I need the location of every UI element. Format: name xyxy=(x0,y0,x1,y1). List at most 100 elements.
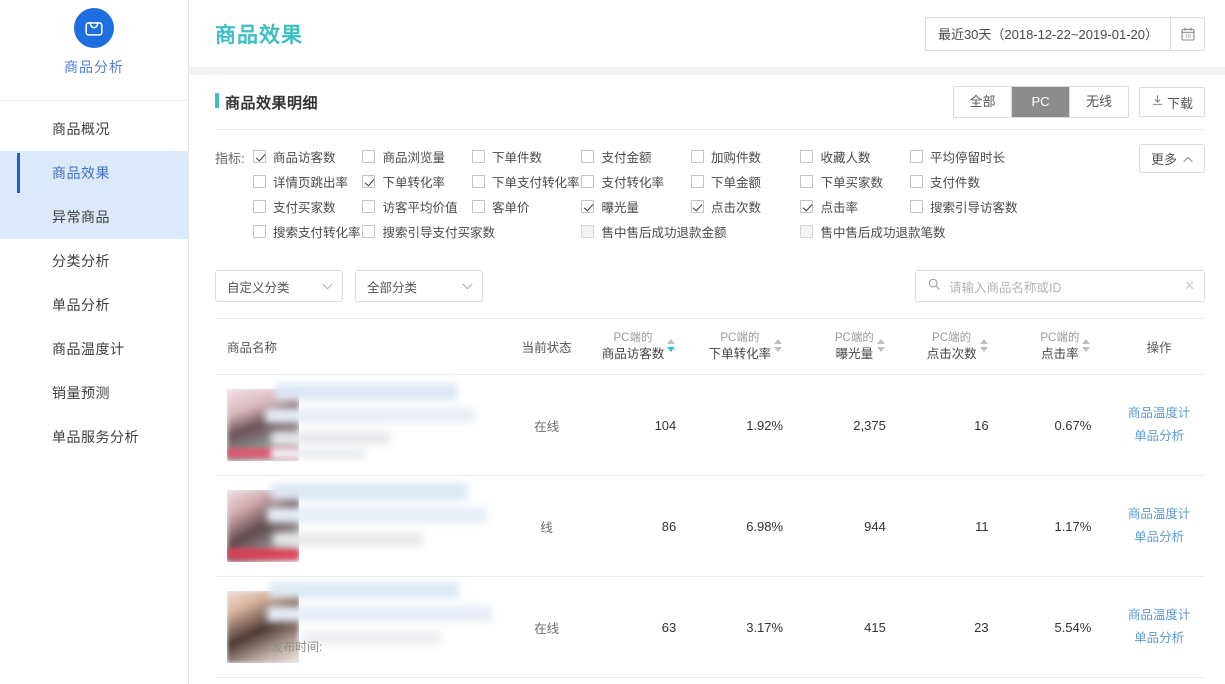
search-box[interactable]: 请输入商品名称或ID ✕ xyxy=(915,270,1205,302)
cell-status: 在线 xyxy=(497,374,596,476)
checkbox-box[interactable] xyxy=(581,175,595,188)
segment-wireless[interactable]: 无线 xyxy=(1069,87,1128,117)
metric-checkbox[interactable]: 搜索支付转化率 xyxy=(253,219,362,244)
metric-checkbox[interactable]: 支付件数 xyxy=(909,169,1020,194)
col-pc-visitors[interactable]: PC端的 商品访客数 xyxy=(595,318,699,375)
checkbox-box[interactable] xyxy=(690,175,704,188)
metric-checkbox[interactable]: 商品访客数 xyxy=(253,144,362,169)
metric-label: 支付金额 xyxy=(601,151,652,165)
checkbox-box[interactable] xyxy=(253,175,266,188)
sidebar-item-danpinfuwufenxi[interactable]: 单品服务分析 xyxy=(0,415,188,459)
sort-toggle[interactable] xyxy=(979,338,989,357)
cell-pc-impressions: 415 xyxy=(805,576,908,678)
sidebar-item-shangpinxiaoguo[interactable]: 商品效果 xyxy=(0,151,188,195)
custom-category-select[interactable]: 自定义分类 xyxy=(215,270,343,302)
metric-checkbox[interactable]: 下单买家数 xyxy=(800,169,910,194)
checkbox-box[interactable] xyxy=(581,150,595,163)
metric-checkbox[interactable]: 客单价 xyxy=(471,194,582,219)
link-product-thermometer[interactable]: 商品温度计 xyxy=(1113,402,1205,425)
checkbox-box[interactable] xyxy=(800,150,814,163)
metric-checkbox[interactable]: 售中售后成功退款金额 xyxy=(581,219,800,244)
metric-checkbox[interactable]: 详情页跳出率 xyxy=(253,169,362,194)
segment-pc[interactable]: PC xyxy=(1011,87,1070,117)
checkbox-box[interactable] xyxy=(690,150,704,163)
checkbox-box[interactable] xyxy=(471,150,485,163)
col-label: 商品访客数 xyxy=(601,346,665,361)
checkbox-box[interactable] xyxy=(800,175,814,188)
metric-label: 曝光量 xyxy=(601,201,639,215)
all-category-select[interactable]: 全部分类 xyxy=(355,270,483,302)
date-range-picker[interactable]: 最近30天（2018-12-22~2019-01-20） 15 xyxy=(924,16,1205,51)
page-title: 商品效果 xyxy=(215,23,303,47)
checkbox-box[interactable] xyxy=(581,225,595,238)
sidebar-item-xiaoliangyuce[interactable]: 销量预测 xyxy=(0,371,188,415)
link-single-product-analysis[interactable]: 单品分析 xyxy=(1113,425,1205,448)
calendar-icon[interactable]: 15 xyxy=(1170,17,1204,50)
sidebar-item-shangpinggaikuang[interactable]: 商品概况 xyxy=(0,107,188,151)
metric-checkbox[interactable]: 支付金额 xyxy=(581,144,691,169)
link-single-product-analysis[interactable]: 单品分析 xyxy=(1113,526,1205,549)
checkbox-box[interactable] xyxy=(253,225,266,238)
metric-checkbox[interactable]: 下单转化率 xyxy=(362,169,472,194)
metric-label: 售中售后成功退款金额 xyxy=(601,226,727,240)
checkbox-box[interactable] xyxy=(581,200,595,213)
sidebar-item-danpinfenxi[interactable]: 单品分析 xyxy=(0,283,188,327)
checkbox-box[interactable] xyxy=(800,200,814,213)
metric-checkbox[interactable]: 平均停留时长 xyxy=(909,144,1020,169)
metric-label: 下单买家数 xyxy=(820,176,883,190)
table-row: 发布时间: 在线 63 3.17% 415 23 5.54% 商品温度计 单品分… xyxy=(215,576,1205,678)
col-pc-order-cvr[interactable]: PC端的 下单转化率 xyxy=(698,318,806,375)
segment-all[interactable]: 全部 xyxy=(953,87,1012,117)
metric-checkbox[interactable]: 下单金额 xyxy=(690,169,801,194)
more-metrics-button[interactable]: 更多 xyxy=(1138,144,1205,173)
link-product-thermometer[interactable]: 商品温度计 xyxy=(1113,503,1205,526)
metric-checkbox[interactable]: 加购件数 xyxy=(690,144,801,169)
checkbox-box[interactable] xyxy=(362,150,376,163)
download-button[interactable]: 下载 xyxy=(1138,87,1205,117)
metric-checkbox[interactable]: 搜索引导支付买家数 xyxy=(362,219,581,244)
checkbox-box[interactable] xyxy=(690,200,704,213)
sort-toggle[interactable] xyxy=(774,338,783,357)
sidebar-item-shangpinwenduji[interactable]: 商品温度计 xyxy=(0,327,188,371)
sidebar-item-fenleifenxi[interactable]: 分类分析 xyxy=(0,239,188,283)
metric-checkbox[interactable]: 收藏人数 xyxy=(800,144,910,169)
checkbox-box[interactable] xyxy=(471,200,485,213)
card-header-actions: 全部 PC 无线 下载 xyxy=(952,86,1205,118)
metric-checkbox[interactable]: 下单支付转化率 xyxy=(471,169,582,194)
checkbox-box[interactable] xyxy=(362,175,376,188)
sidebar-active-group: 商品效果 异常商品 xyxy=(0,151,188,239)
checkbox-box[interactable] xyxy=(253,150,266,163)
metric-checkbox[interactable]: 访客平均价值 xyxy=(362,194,472,219)
metric-checkbox[interactable]: 点击率 xyxy=(800,194,910,219)
sort-toggle[interactable] xyxy=(876,338,886,357)
metric-checkbox[interactable]: 支付买家数 xyxy=(253,194,362,219)
metric-checkbox[interactable]: 售中售后成功退款笔数 xyxy=(800,219,1129,244)
link-product-thermometer[interactable]: 商品温度计 xyxy=(1113,604,1205,627)
checkbox-box[interactable] xyxy=(909,200,923,213)
checkbox-box[interactable] xyxy=(909,175,923,188)
filters-row: 自定义分类 全部分类 请输入商品名称或ID ✕ xyxy=(215,256,1205,318)
metric-checkbox[interactable]: 曝光量 xyxy=(581,194,691,219)
metric-checkbox[interactable]: 下单件数 xyxy=(471,144,582,169)
metric-checkbox[interactable]: 商品浏览量 xyxy=(362,144,472,169)
checkbox-box[interactable] xyxy=(909,150,923,163)
search-input[interactable]: 请输入商品名称或ID xyxy=(949,277,1176,296)
device-segmented-control[interactable]: 全部 PC 无线 xyxy=(952,86,1129,118)
checkbox-box[interactable] xyxy=(253,200,266,213)
metric-checkbox[interactable]: 支付转化率 xyxy=(581,169,691,194)
metric-checkbox[interactable]: 点击次数 xyxy=(690,194,801,219)
sort-toggle[interactable] xyxy=(667,338,676,357)
col-pc-impressions[interactable]: PC端的 曝光量 xyxy=(805,318,908,375)
clear-icon[interactable]: ✕ xyxy=(1184,278,1195,294)
link-single-product-analysis[interactable]: 单品分析 xyxy=(1113,627,1205,650)
checkbox-box[interactable] xyxy=(362,225,376,238)
col-label: 曝光量 xyxy=(835,346,874,361)
metric-checkbox[interactable]: 搜索引导访客数 xyxy=(909,194,1020,219)
checkbox-box[interactable] xyxy=(362,200,376,213)
sort-toggle[interactable] xyxy=(1082,338,1091,357)
checkbox-box[interactable] xyxy=(471,175,485,188)
col-pc-ctr[interactable]: PC端的 点击率 xyxy=(1010,318,1114,375)
sidebar-item-yichangshangpin[interactable]: 异常商品 xyxy=(0,195,188,239)
checkbox-box[interactable] xyxy=(800,225,814,238)
col-pc-clicks[interactable]: PC端的 点击次数 xyxy=(907,318,1011,375)
